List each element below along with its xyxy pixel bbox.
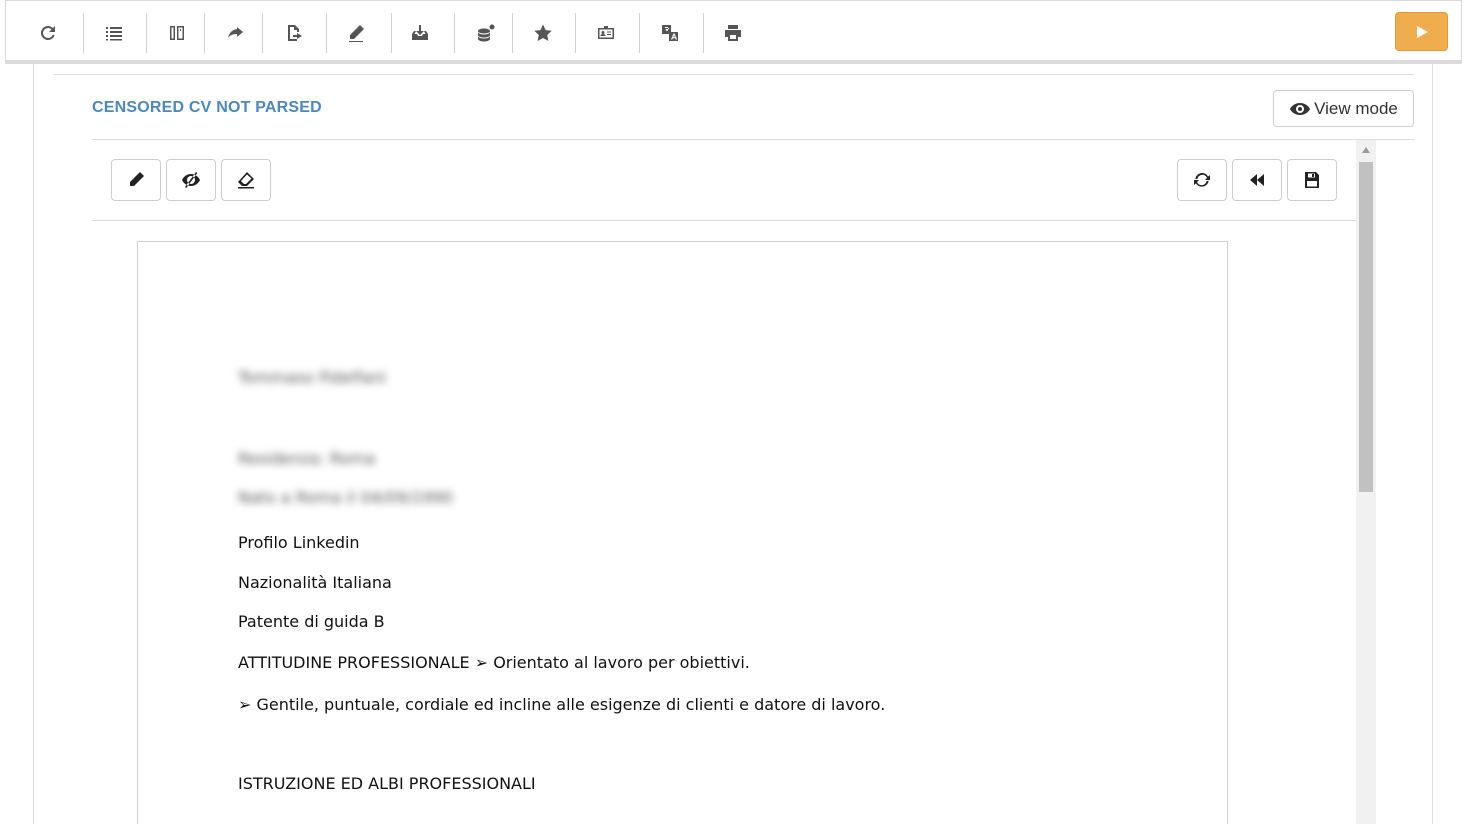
play-icon (1416, 25, 1428, 38)
inbox-download-icon[interactable] (406, 13, 434, 53)
translate-icon[interactable] (656, 13, 684, 53)
main-panel: CENSORED CV NOT PARSED View mode Tommaso… (33, 64, 1433, 824)
eraser-icon (238, 172, 254, 189)
doc-line-license: Patente di guida B (238, 612, 385, 631)
list-icon[interactable] (100, 13, 128, 53)
hide-button[interactable] (166, 159, 216, 201)
scroll-up-arrow[interactable] (1356, 140, 1376, 160)
backward-icon (1250, 174, 1264, 186)
cv-document-page: Tommaso Fidelfani Residenza: Roma Nato a… (137, 241, 1228, 824)
columns-icon[interactable] (163, 13, 191, 53)
sync-icon (1194, 173, 1210, 187)
doc-line-attitude: ATTITUDINE PROFESSIONALE ➢ Orientato al … (238, 653, 750, 672)
view-mode-label: View mode (1314, 98, 1398, 118)
rewind-button[interactable] (1232, 159, 1282, 201)
vertical-scrollbar[interactable] (1356, 140, 1376, 824)
play-button[interactable] (1395, 12, 1448, 51)
floppy-disk-icon (1305, 172, 1319, 188)
top-toolbar (5, 0, 1462, 64)
eye-slash-icon (182, 172, 200, 188)
section-title: CENSORED CV NOT PARSED (92, 99, 322, 116)
pencil-icon (130, 172, 144, 186)
scroll-thumb[interactable] (1359, 162, 1373, 492)
doc-line-nationality: Nazionalità Italiana (238, 573, 392, 592)
stack-settings-icon[interactable] (472, 13, 500, 53)
save-button[interactable] (1287, 159, 1337, 201)
doc-line-education-heading: ISTRUZIONE ED ALBI PROFESSIONALI (238, 774, 536, 793)
editor-toolbar (92, 140, 1356, 221)
refresh-icon[interactable] (34, 13, 62, 53)
pencil-icon[interactable] (342, 13, 370, 53)
eye-icon (1290, 102, 1311, 115)
redacted-residence: Residenza: Roma (238, 449, 376, 468)
redacted-birth-info: Nato a Roma il 04/09/1990 (238, 488, 453, 507)
print-icon[interactable] (719, 13, 747, 53)
share-arrow-icon[interactable] (221, 13, 249, 53)
id-card-icon[interactable] (592, 13, 620, 53)
reload-button[interactable] (1177, 159, 1227, 201)
eraser-button[interactable] (221, 159, 271, 201)
doc-line-linkedin: Profilo Linkedin (238, 533, 360, 552)
star-icon[interactable] (529, 13, 557, 53)
view-mode-button[interactable]: View mode (1273, 90, 1414, 127)
document-editor: Tommaso Fidelfani Residenza: Roma Nato a… (92, 140, 1376, 824)
edit-button[interactable] (111, 159, 161, 201)
redacted-name: Tommaso Fidelfani (238, 368, 386, 387)
doc-line-kind: ➢ Gentile, puntuale, cordiale ed incline… (238, 695, 886, 714)
divider (54, 74, 1414, 75)
export-file-icon[interactable] (280, 13, 308, 53)
